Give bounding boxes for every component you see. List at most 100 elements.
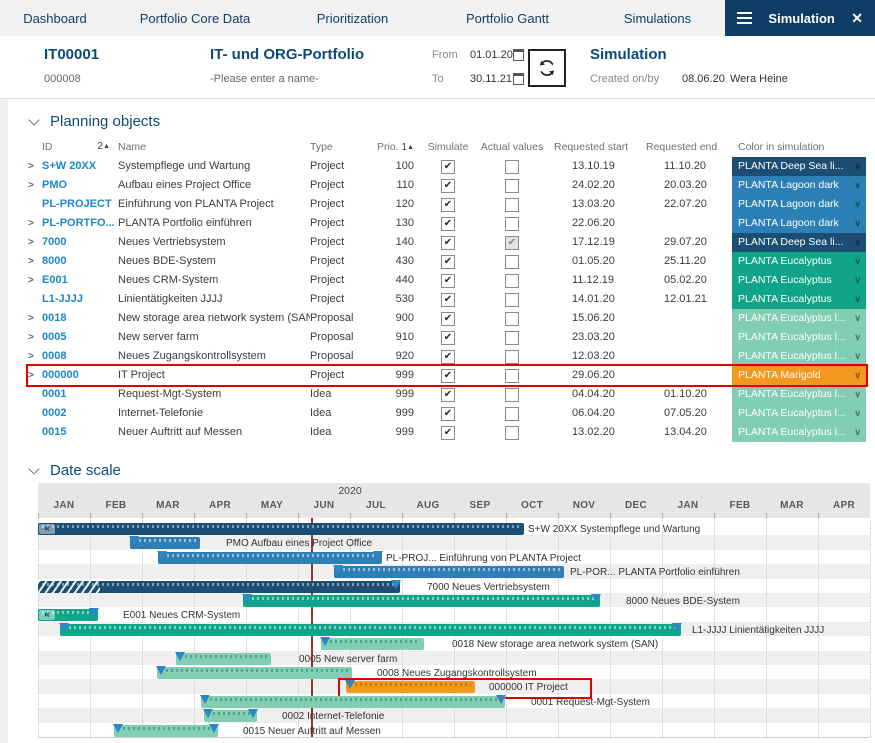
- planning-object-id[interactable]: 000000: [42, 366, 118, 385]
- column-header-simulate[interactable]: Simulate: [416, 140, 480, 155]
- refresh-button[interactable]: [528, 49, 566, 87]
- color-in-simulation-dropdown[interactable]: PLANTA Eucalyptus l...∨: [732, 404, 866, 423]
- simulate-checkbox[interactable]: ✔: [441, 179, 455, 193]
- name-input-placeholder[interactable]: -Please enter a name-: [210, 73, 319, 85]
- color-in-simulation-dropdown[interactable]: PLANTA Eucalyptus∨: [732, 252, 866, 271]
- tab-dashboard[interactable]: Dashboard: [0, 0, 110, 36]
- simulate-checkbox[interactable]: ✔: [441, 426, 455, 440]
- tab-prioritization[interactable]: Prioritization: [280, 0, 425, 36]
- expand-arrow[interactable]: >: [28, 157, 42, 176]
- gantt-bar[interactable]: [130, 537, 200, 549]
- column-header-requested-end[interactable]: Requested end: [636, 140, 732, 155]
- gantt-bar[interactable]: [60, 624, 681, 636]
- gantt-bar[interactable]: [158, 552, 382, 564]
- actual-values-checkbox[interactable]: [505, 274, 519, 288]
- actual-values-checkbox[interactable]: [505, 350, 519, 364]
- simulate-checkbox[interactable]: ✔: [441, 293, 455, 307]
- color-in-simulation-dropdown[interactable]: PLANTA Eucalyptus∨: [732, 271, 866, 290]
- color-in-simulation-dropdown[interactable]: PLANTA Eucalyptus l...∨: [732, 385, 866, 404]
- actual-values-checkbox[interactable]: [505, 293, 519, 307]
- column-header-name[interactable]: Name: [118, 140, 310, 155]
- planning-object-id[interactable]: PMO: [42, 176, 118, 195]
- simulate-checkbox[interactable]: ✔: [441, 350, 455, 364]
- actual-values-checkbox[interactable]: [505, 426, 519, 440]
- expand-arrow[interactable]: >: [28, 176, 42, 195]
- column-header-type[interactable]: Type: [310, 140, 372, 155]
- expand-arrow[interactable]: >: [28, 328, 42, 347]
- gantt-bar[interactable]: [176, 653, 271, 665]
- planning-object-id[interactable]: 0018: [42, 309, 118, 328]
- gantt-bar[interactable]: [38, 581, 400, 593]
- color-in-simulation-dropdown[interactable]: PLANTA Eucalyptus l...∨: [732, 328, 866, 347]
- gantt-bar[interactable]: [321, 638, 424, 650]
- planning-object-id[interactable]: S+W 20XX: [42, 157, 118, 176]
- actual-values-checkbox[interactable]: [505, 217, 519, 231]
- to-date-field[interactable]: 30.11.21: [470, 73, 512, 85]
- expand-arrow[interactable]: >: [28, 271, 42, 290]
- expand-arrow[interactable]: >: [28, 252, 42, 271]
- color-in-simulation-dropdown[interactable]: PLANTA Eucalyptus∨: [732, 290, 866, 309]
- column-header-prio[interactable]: Prio. 1▲: [372, 140, 416, 155]
- color-in-simulation-dropdown[interactable]: PLANTA Eucalyptus l...∨: [732, 423, 866, 442]
- gantt-bar[interactable]: [243, 595, 600, 607]
- actual-values-checkbox[interactable]: [505, 179, 519, 193]
- actual-values-checkbox[interactable]: [505, 312, 519, 326]
- planning-object-id[interactable]: 0002: [42, 404, 118, 423]
- calendar-icon[interactable]: [513, 73, 524, 85]
- actual-values-checkbox[interactable]: [505, 331, 519, 345]
- column-header-actual-values[interactable]: Actual values: [480, 140, 544, 155]
- color-in-simulation-dropdown[interactable]: PLANTA Eucalyptus l...∨: [732, 347, 866, 366]
- planning-object-id[interactable]: 7000: [42, 233, 118, 252]
- gantt-bar[interactable]: «: [38, 523, 524, 535]
- expand-arrow[interactable]: >: [28, 309, 42, 328]
- color-in-simulation-dropdown[interactable]: PLANTA Eucalyptus l...∨: [732, 309, 866, 328]
- color-in-simulation-dropdown[interactable]: PLANTA Deep Sea li...∨: [732, 233, 866, 252]
- expand-arrow[interactable]: >: [28, 233, 42, 252]
- actual-values-checkbox[interactable]: ✔: [505, 236, 519, 250]
- simulate-checkbox[interactable]: ✔: [441, 160, 455, 174]
- color-in-simulation-dropdown[interactable]: PLANTA Marigold∨: [732, 366, 866, 385]
- expand-arrow[interactable]: >: [28, 214, 42, 233]
- actual-values-checkbox[interactable]: [505, 160, 519, 174]
- simulate-checkbox[interactable]: ✔: [441, 388, 455, 402]
- from-date-field[interactable]: 01.01.20: [470, 49, 513, 61]
- tab-portfolio-gantt[interactable]: Portfolio Gantt: [425, 0, 590, 36]
- simulate-checkbox[interactable]: ✔: [441, 255, 455, 269]
- color-in-simulation-dropdown[interactable]: PLANTA Lagoon dark∨: [732, 176, 866, 195]
- planning-object-id[interactable]: PL-PROJECT: [42, 195, 118, 214]
- simulate-checkbox[interactable]: ✔: [441, 312, 455, 326]
- planning-object-id[interactable]: L1-JJJJ: [42, 290, 118, 309]
- planning-object-id[interactable]: PL-PORTFO...: [42, 214, 118, 233]
- simulate-checkbox[interactable]: ✔: [441, 331, 455, 345]
- simulate-checkbox[interactable]: ✔: [441, 236, 455, 250]
- color-in-simulation-dropdown[interactable]: PLANTA Lagoon dark∨: [732, 214, 866, 233]
- simulate-checkbox[interactable]: ✔: [441, 369, 455, 383]
- calendar-icon[interactable]: [513, 49, 524, 61]
- tab-simulations[interactable]: Simulations: [590, 0, 725, 36]
- simulate-checkbox[interactable]: ✔: [441, 198, 455, 212]
- simulate-checkbox[interactable]: ✔: [441, 274, 455, 288]
- hamburger-menu-icon[interactable]: [737, 9, 752, 27]
- actual-values-checkbox[interactable]: [505, 255, 519, 269]
- tab-simulation-active[interactable]: Simulation ✕: [725, 0, 875, 36]
- expand-arrow[interactable]: >: [28, 366, 42, 385]
- planning-object-id[interactable]: 8000: [42, 252, 118, 271]
- color-in-simulation-dropdown[interactable]: PLANTA Deep Sea li...∨: [732, 157, 866, 176]
- gantt-bar[interactable]: [157, 667, 352, 679]
- column-header-id[interactable]: ID 2▲: [42, 140, 118, 155]
- color-in-simulation-dropdown[interactable]: PLANTA Lagoon dark∨: [732, 195, 866, 214]
- planning-object-id[interactable]: 0005: [42, 328, 118, 347]
- simulate-checkbox[interactable]: ✔: [441, 407, 455, 421]
- close-icon[interactable]: ✕: [851, 10, 863, 27]
- gantt-bar[interactable]: [114, 725, 218, 737]
- planning-object-id[interactable]: E001: [42, 271, 118, 290]
- gantt-bar[interactable]: [334, 566, 564, 578]
- simulate-checkbox[interactable]: ✔: [441, 217, 455, 231]
- planning-object-id[interactable]: 0001: [42, 385, 118, 404]
- column-header-color[interactable]: Color in simulation: [732, 140, 866, 155]
- actual-values-checkbox[interactable]: [505, 369, 519, 383]
- column-header-requested-start[interactable]: Requested start: [544, 140, 636, 155]
- gantt-bar[interactable]: [201, 696, 505, 708]
- chevron-down-icon[interactable]: [28, 114, 39, 125]
- planning-object-id[interactable]: 0015: [42, 423, 118, 442]
